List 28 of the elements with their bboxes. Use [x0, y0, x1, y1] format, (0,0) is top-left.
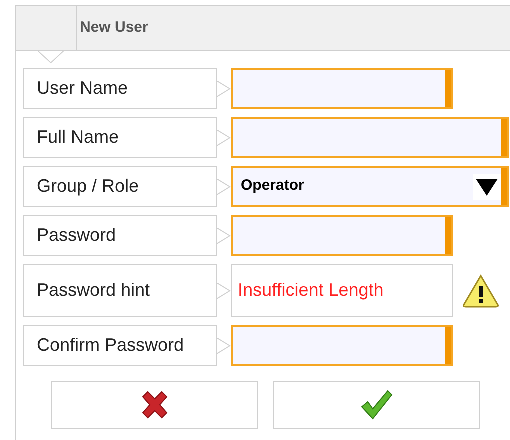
cancel-button[interactable]: [51, 381, 258, 429]
field-label: Password: [23, 215, 217, 256]
checkmark-icon: [360, 389, 394, 421]
label-pointer: [217, 80, 231, 96]
text-field[interactable]: [231, 325, 453, 366]
label-pointer: [217, 282, 231, 298]
header-title: New User: [79, 18, 148, 38]
text-field[interactable]: [231, 117, 509, 158]
label-pointer: [217, 178, 231, 194]
text-field[interactable]: [231, 68, 453, 109]
dropdown-value: Operator: [240, 176, 306, 196]
confirm-button[interactable]: [273, 381, 480, 429]
required-marker: [445, 70, 451, 107]
required-marker: [445, 327, 451, 364]
required-marker: [501, 119, 507, 156]
required-marker: [501, 168, 507, 205]
required-marker: [445, 217, 451, 254]
field-label: Confirm Password: [23, 325, 217, 366]
text-field[interactable]: [231, 215, 453, 256]
hint-message: Insufficient Length: [231, 264, 453, 317]
field-label: Group / Role: [23, 166, 217, 207]
label-pointer: [217, 338, 231, 354]
field-label: Full Name: [23, 117, 217, 158]
role-dropdown[interactable]: Operator: [231, 166, 509, 207]
label-pointer: [217, 228, 231, 244]
field-label: Password hint: [23, 264, 217, 317]
field-label: User Name: [23, 68, 217, 109]
label-pointer: [217, 130, 231, 146]
